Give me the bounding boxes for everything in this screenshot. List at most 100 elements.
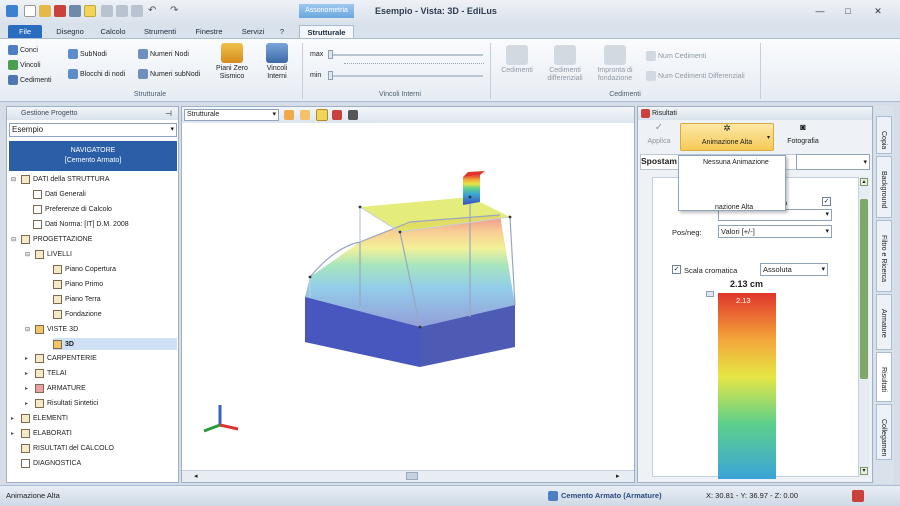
scroll-down-icon[interactable]: ▾ (860, 467, 868, 475)
paste-icon[interactable] (131, 5, 143, 17)
min-slider-thumb[interactable] (328, 71, 333, 80)
tree-item-dati-generali[interactable]: Dati Generali (33, 190, 86, 199)
tab-calcolo[interactable]: Calcolo (94, 25, 132, 38)
collapse-icon[interactable]: ⊟ (11, 176, 18, 183)
tab-disegno[interactable]: Disegno (50, 25, 90, 38)
tab-strutturale[interactable]: Strutturale (299, 25, 354, 38)
maximize-icon[interactable]: □ (840, 5, 856, 17)
collapse-icon[interactable]: ⊟ (25, 326, 32, 333)
save-icon[interactable] (54, 5, 66, 17)
tree-item-piano-terra[interactable]: Piano Terra (53, 295, 101, 304)
tab-servizi[interactable]: Servizi (236, 25, 270, 38)
animazione-button[interactable]: ✲ Animazione Alta ▾ (680, 123, 774, 151)
scala-mode-combo[interactable]: Assoluta ▾ (760, 263, 828, 276)
scroll-up-icon[interactable]: ▴ (860, 178, 868, 186)
numeri-nodi-button[interactable]: Numeri Nodi (138, 49, 189, 59)
conci-button[interactable]: Conci (8, 45, 38, 55)
tree-item-diagnostica[interactable]: DIAGNOSTICA (21, 459, 81, 468)
expand-icon[interactable]: ▸ (11, 415, 18, 422)
print-icon[interactable] (69, 5, 81, 17)
result-combo[interactable]: ▾ (796, 154, 870, 170)
camera-icon[interactable] (348, 110, 358, 120)
view-results-icon[interactable] (332, 110, 342, 120)
side-tab-armature[interactable]: Armature (876, 294, 892, 350)
tree-item-carpenterie[interactable]: ▸ CARPENTERIE (25, 354, 97, 363)
tab-help[interactable]: ? (274, 25, 290, 38)
tree-item-dati-struttura[interactable]: ⊟ DATI della STRUTTURA (11, 175, 110, 184)
tree-item-viste-3d[interactable]: ⊟ VISTE 3D (25, 325, 78, 334)
redo-icon[interactable]: ↷ (170, 5, 182, 17)
structure-3d-model[interactable] (300, 167, 540, 387)
tree-item-livelli[interactable]: ⊟ LIVELLI (25, 250, 72, 259)
min-slider[interactable] (328, 75, 483, 77)
tree-item-risultati-calcolo[interactable]: RISULTATI del CALCOLO (21, 444, 114, 453)
tree-item-piano-primo[interactable]: Piano Primo (53, 280, 103, 289)
expand-icon[interactable]: ▸ (25, 385, 32, 392)
num-cedimenti-button[interactable]: Num Cedimenti (646, 51, 706, 61)
menu-item-animazione-alta[interactable]: nazione Alta (715, 204, 753, 211)
scroll-thumb[interactable] (406, 472, 418, 480)
tree-item-risultati-sintetici[interactable]: ▸ Risultati Sintetici (25, 399, 98, 408)
results-scrollbar[interactable]: ▴ ▾ (858, 177, 869, 477)
cut-icon[interactable] (101, 5, 113, 17)
view-solid-icon[interactable] (284, 110, 294, 120)
menu-item-nessuna-animazione[interactable]: Nessuna Animazione (703, 159, 769, 166)
expand-icon[interactable]: ▸ (25, 370, 32, 377)
vincoli-button[interactable]: Vincoli (8, 60, 41, 70)
results-scroll-thumb[interactable] (860, 199, 868, 379)
max-slider-thumb[interactable] (328, 50, 333, 59)
view-frame-icon[interactable] (316, 109, 328, 121)
tree-item-dati-norma[interactable]: Dati Norma: [IT] D.M. 2008 (33, 220, 129, 229)
results-status-icon[interactable] (852, 490, 864, 502)
tree-item-telai[interactable]: ▸ TELAI (25, 369, 66, 378)
close-icon[interactable]: ✕ (870, 5, 886, 17)
scale-slider-handle[interactable] (706, 291, 714, 297)
open-icon[interactable] (39, 5, 51, 17)
spostamenti-tab[interactable]: Spostam (641, 156, 677, 166)
new-icon[interactable] (24, 5, 36, 17)
view-mode-combo[interactable]: Strutturale ▾ (184, 109, 279, 121)
subnodi-button[interactable]: SubNodi (68, 49, 107, 59)
cedimenti-button[interactable]: Cedimenti (8, 75, 52, 85)
collapse-icon[interactable]: ⊟ (11, 236, 18, 243)
view-shaded-icon[interactable] (300, 110, 310, 120)
vincoli-interni-button[interactable]: Vincoli Interni (258, 43, 296, 81)
project-combo[interactable]: Esempio ▾ (9, 123, 177, 137)
undo-icon[interactable]: ↶ (148, 5, 160, 17)
collapse-icon[interactable]: ⊟ (25, 251, 32, 258)
cedimenti-display-button[interactable]: Cedimenti (496, 45, 538, 75)
piani-zero-sismico-button[interactable]: Piani Zero Sismico (212, 43, 252, 81)
num-cedimenti-differenziali-button[interactable]: Num Cedimenti Differenziali (646, 71, 745, 81)
side-tab-copia[interactable]: Copia (876, 116, 892, 154)
tree-item-progettazione[interactable]: ⊟ PROGETTAZIONE (11, 235, 92, 244)
fotografia-button[interactable]: ◙ Fotografia (778, 123, 828, 151)
tree-item-3d[interactable]: 3D (53, 338, 177, 350)
tree-item-elaborati[interactable]: ▸ ELABORATI (11, 429, 72, 438)
posneg-combo[interactable]: Valori [+/-] ▾ (718, 225, 832, 238)
side-tab-filtro-ricerca[interactable]: Filtro e Ricerca (876, 220, 892, 292)
select-icon[interactable] (84, 5, 96, 17)
copy-icon[interactable] (116, 5, 128, 17)
tree-item-piano-copertura[interactable]: Piano Copertura (53, 265, 116, 274)
struttura-checkbox[interactable]: ✓ (822, 197, 831, 206)
scroll-right-icon[interactable]: ▸ (616, 472, 620, 480)
expand-icon[interactable]: ▸ (11, 430, 18, 437)
side-tab-risultati[interactable]: Risultati (876, 352, 892, 402)
max-slider[interactable] (328, 54, 483, 56)
side-tab-background[interactable]: Background (876, 156, 892, 218)
numeri-subnodi-button[interactable]: Numeri subNodi (138, 69, 200, 79)
scala-cromatica-checkbox[interactable]: ✓ (672, 265, 681, 274)
cedimenti-differenziali-button[interactable]: Cedimenti differenziali (542, 45, 588, 83)
app-icon[interactable] (6, 5, 18, 17)
minimize-icon[interactable]: — (812, 5, 828, 17)
impronta-fondazione-button[interactable]: Impronta di fondazione (592, 45, 638, 83)
scroll-left-icon[interactable]: ◂ (194, 472, 198, 480)
tab-finestre[interactable]: Finestre (188, 25, 230, 38)
tree-item-preferenze[interactable]: Preferenze di Calcolo (33, 205, 112, 214)
applica-button[interactable]: ✓ Applica (642, 123, 676, 151)
blocchi-nodi-button[interactable]: Blocchi di nodi (68, 69, 125, 79)
pin-icon[interactable]: ⊣ (165, 109, 172, 118)
expand-icon[interactable]: ▸ (25, 400, 32, 407)
tree-item-fondazione[interactable]: Fondazione (53, 310, 102, 319)
tab-file[interactable]: File (8, 25, 42, 38)
